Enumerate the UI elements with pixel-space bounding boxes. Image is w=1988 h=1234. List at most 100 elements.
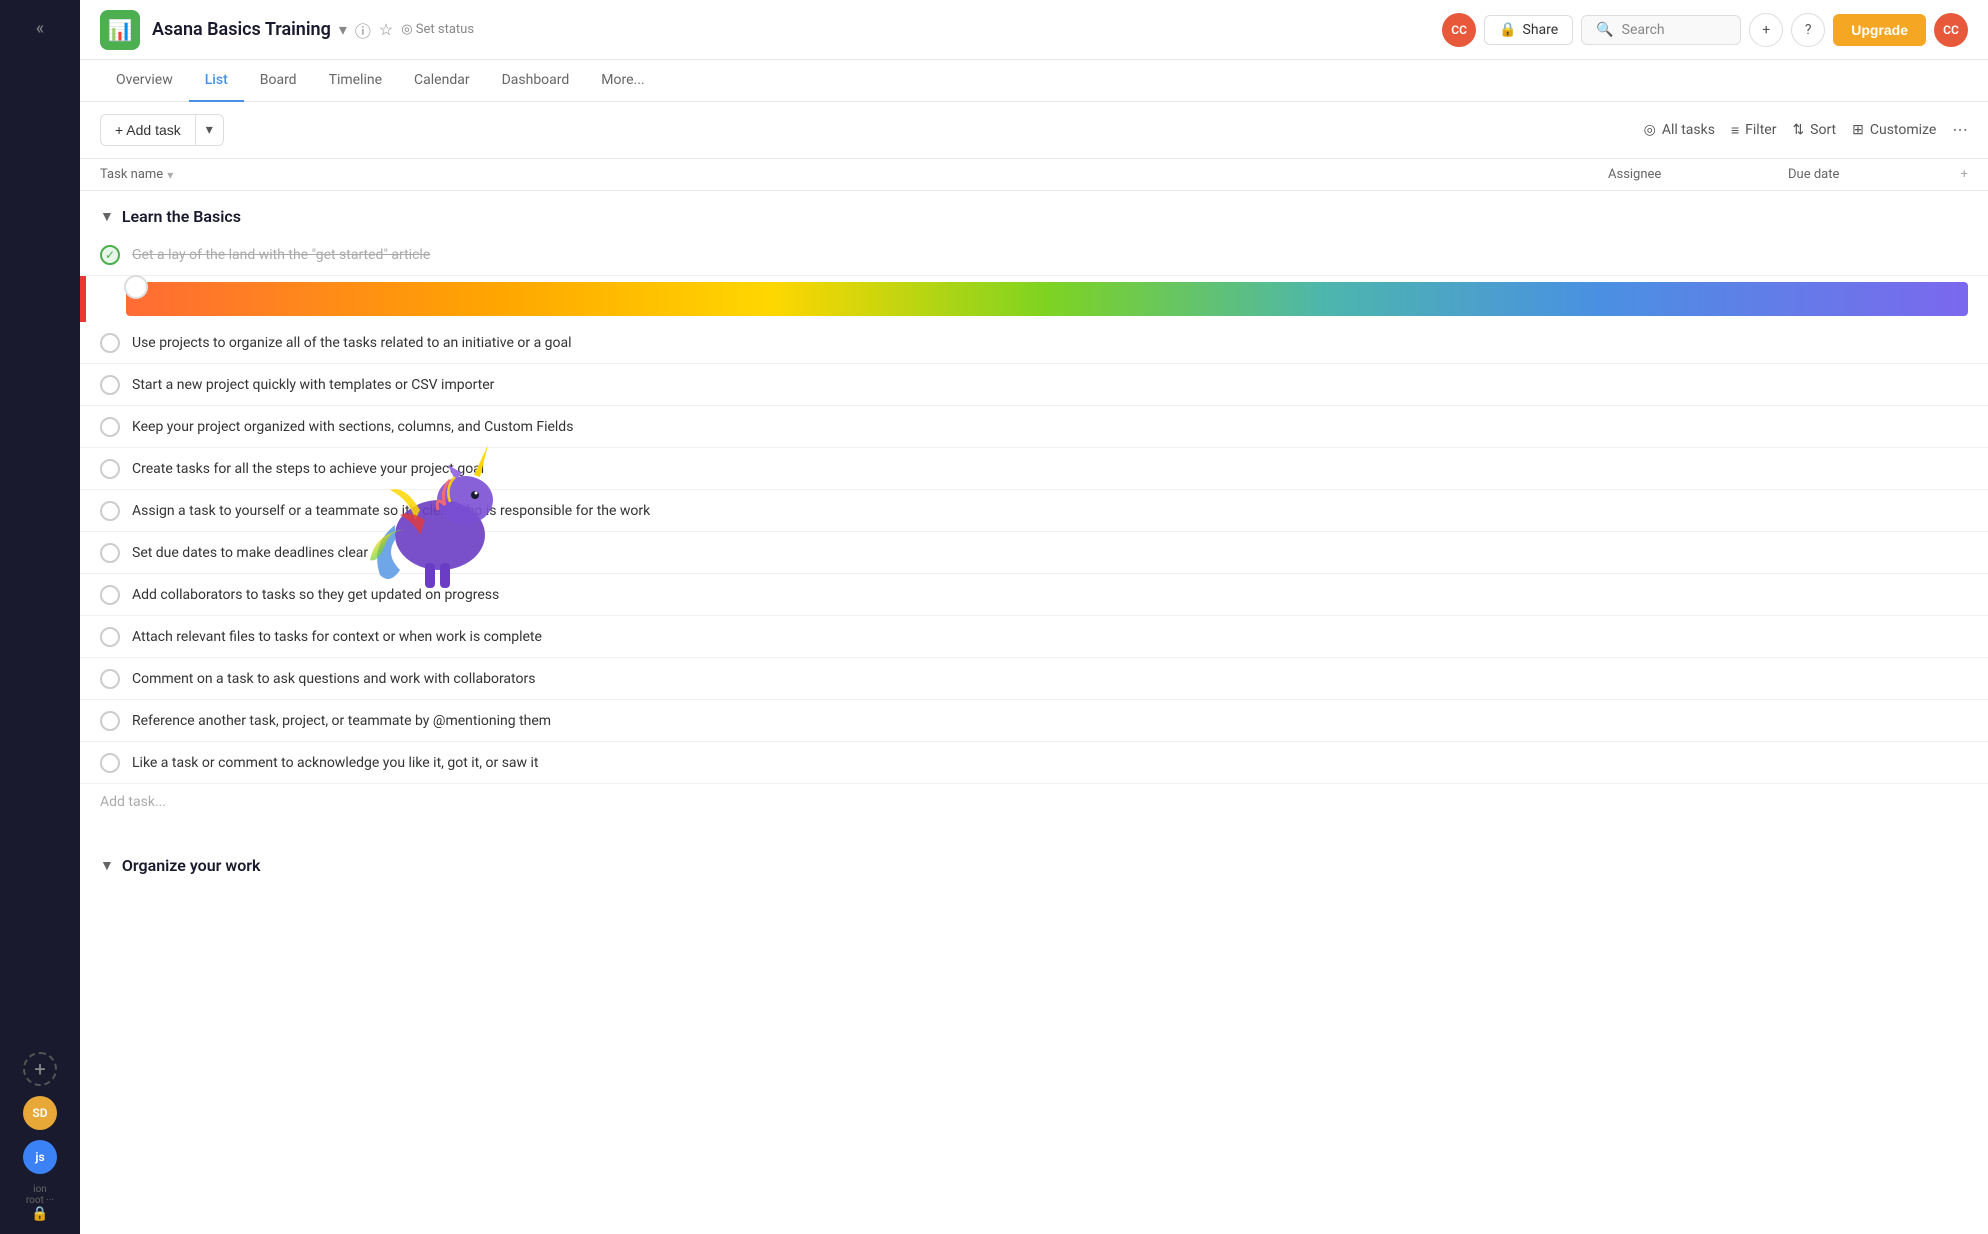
main-content: 📊 Asana Basics Training ▾ ⓘ ☆ ◎ Set stat… [80, 0, 1988, 1234]
all-tasks-button[interactable]: ◎ All tasks [1644, 122, 1715, 138]
task-checkbox[interactable]: ✓ [100, 245, 120, 265]
filter-label: Filter [1745, 122, 1776, 138]
set-status-button[interactable]: ◎ Set status [401, 22, 474, 37]
task-text: Add collaborators to tasks so they get u… [132, 587, 1608, 603]
sort-label: Sort [1810, 122, 1836, 138]
task-checkbox[interactable] [100, 585, 120, 605]
column-sort-icon[interactable]: ▾ [167, 168, 173, 182]
task-text: Get a lay of the land with the "get star… [132, 247, 1608, 263]
toolbar-right: ◎ All tasks ≡ Filter ⇅ Sort ⊞ Customize … [1644, 118, 1968, 142]
avatar-cc-left[interactable]: CC [1442, 13, 1476, 47]
table-row[interactable]: Like a task or comment to acknowledge yo… [80, 742, 1988, 784]
sidebar-add-button[interactable]: + [23, 1052, 57, 1086]
avatar-cc-right[interactable]: CC [1934, 13, 1968, 47]
sidebar-bottom: + SD js ion root ··· 🔒 [0, 1052, 80, 1222]
column-task-name: Task name ▾ [100, 167, 1608, 182]
table-row[interactable]: ✓ Get a lay of the land with the "get st… [80, 234, 1988, 276]
share-label: Share [1523, 22, 1559, 38]
tab-list[interactable]: List [189, 60, 244, 102]
tab-board[interactable]: Board [244, 60, 313, 102]
add-task-button-group[interactable]: + Add task ▾ [100, 114, 224, 146]
tab-calendar[interactable]: Calendar [398, 60, 486, 102]
task-checkbox[interactable] [100, 417, 120, 437]
add-task-dropdown-button[interactable]: ▾ [195, 115, 223, 145]
sort-button[interactable]: ⇅ Sort [1792, 122, 1836, 138]
tab-timeline[interactable]: Timeline [313, 60, 398, 102]
table-row[interactable] [80, 276, 1988, 322]
rainbow-drag-bar [126, 282, 1968, 316]
table-row[interactable]: Keep your project organized with section… [80, 406, 1988, 448]
filter-icon: ≡ [1731, 122, 1739, 139]
table-row[interactable]: Comment on a task to ask questions and w… [80, 658, 1988, 700]
nav-tabs: Overview List Board Timeline Calendar Da… [80, 60, 1988, 102]
add-column-icon[interactable]: + [1961, 167, 1968, 182]
task-checkbox[interactable] [100, 543, 120, 563]
lock-icon: 🔒 [26, 1206, 54, 1222]
customize-label: Customize [1870, 122, 1936, 138]
dropdown-icon[interactable]: ▾ [339, 20, 347, 39]
task-text: Comment on a task to ask questions and w… [132, 671, 1608, 687]
task-checkbox[interactable] [100, 501, 120, 521]
star-icon[interactable]: ☆ [379, 20, 393, 39]
section-collapse-icon-2[interactable]: ▼ [100, 857, 114, 874]
task-checkbox[interactable] [100, 459, 120, 479]
task-text: Reference another task, project, or team… [132, 713, 1608, 729]
task-text: Like a task or comment to acknowledge yo… [132, 755, 1608, 771]
tab-overview[interactable]: Overview [100, 60, 189, 102]
task-checkbox[interactable] [100, 753, 120, 773]
sidebar-collapse-button[interactable]: « [30, 12, 50, 45]
share-button[interactable]: 🔒 Share [1484, 15, 1573, 45]
search-icon: 🔍 [1596, 22, 1613, 38]
section-header-learn-basics: ▼ Learn the Basics [80, 191, 1988, 234]
sidebar-lock-dots: root ··· [26, 1195, 54, 1206]
drag-cursor [124, 275, 148, 299]
upgrade-button[interactable]: Upgrade [1833, 14, 1926, 46]
table-row[interactable]: Start a new project quickly with templat… [80, 364, 1988, 406]
header-title-area: Asana Basics Training ▾ ⓘ ☆ ◎ Set status [152, 18, 1430, 42]
customize-button[interactable]: ⊞ Customize [1852, 122, 1936, 138]
add-button-header[interactable]: + [1749, 13, 1783, 47]
table-row[interactable]: Add collaborators to tasks so they get u… [80, 574, 1988, 616]
help-button[interactable]: ? [1791, 13, 1825, 47]
tab-more[interactable]: More... [585, 60, 660, 102]
table-row[interactable]: Reference another task, project, or team… [80, 700, 1988, 742]
task-checkbox[interactable] [100, 375, 120, 395]
more-options-button[interactable]: ··· [1952, 118, 1968, 142]
task-checkbox[interactable] [100, 711, 120, 731]
info-icon[interactable]: ⓘ [355, 18, 371, 42]
table-row[interactable]: Create tasks for all the steps to achiev… [80, 448, 1988, 490]
task-checkbox[interactable] [100, 333, 120, 353]
header: 📊 Asana Basics Training ▾ ⓘ ☆ ◎ Set stat… [80, 0, 1988, 60]
column-headers: Task name ▾ Assignee Due date + [80, 159, 1988, 191]
sidebar: « + SD js ion root ··· 🔒 [0, 0, 80, 1234]
add-task-link[interactable]: Add task... [80, 784, 1988, 820]
task-text: Keep your project organized with section… [132, 419, 1608, 435]
table-row[interactable]: Assign a task to yourself or a teammate … [80, 490, 1988, 532]
sidebar-top: « [0, 12, 80, 45]
task-checkbox[interactable] [100, 669, 120, 689]
search-box[interactable]: 🔍 Search [1581, 15, 1741, 45]
table-row[interactable]: Use projects to organize all of the task… [80, 322, 1988, 364]
table-row[interactable]: Set due dates to make deadlines clear [80, 532, 1988, 574]
add-task-main-button[interactable]: + Add task [101, 115, 195, 145]
sort-icon: ⇅ [1792, 122, 1804, 138]
task-text: Start a new project quickly with templat… [132, 377, 1608, 393]
section-organize-work: ▼ Organize your work [80, 840, 1988, 903]
all-tasks-icon: ◎ [1644, 122, 1656, 138]
tab-dashboard[interactable]: Dashboard [486, 60, 586, 102]
section-title-organize-work: Organize your work [122, 856, 261, 875]
column-assignee: Assignee [1608, 167, 1788, 182]
section-title-learn-basics: Learn the Basics [122, 207, 241, 226]
avatar-js[interactable]: js [23, 1140, 57, 1174]
task-text: Use projects to organize all of the task… [132, 335, 1608, 351]
all-tasks-label: All tasks [1662, 122, 1715, 138]
table-row[interactable]: Attach relevant files to tasks for conte… [80, 616, 1988, 658]
filter-button[interactable]: ≡ Filter [1731, 122, 1776, 139]
avatar-sd[interactable]: SD [23, 1096, 57, 1130]
section-collapse-icon[interactable]: ▼ [100, 208, 114, 225]
task-checkbox[interactable] [100, 627, 120, 647]
task-text: Assign a task to yourself or a teammate … [132, 503, 1608, 519]
task-text: Create tasks for all the steps to achiev… [132, 461, 1608, 477]
content-area: ▼ Learn the Basics ✓ Get a lay of the la… [80, 191, 1988, 1234]
column-due-date: Due date + [1788, 167, 1968, 182]
